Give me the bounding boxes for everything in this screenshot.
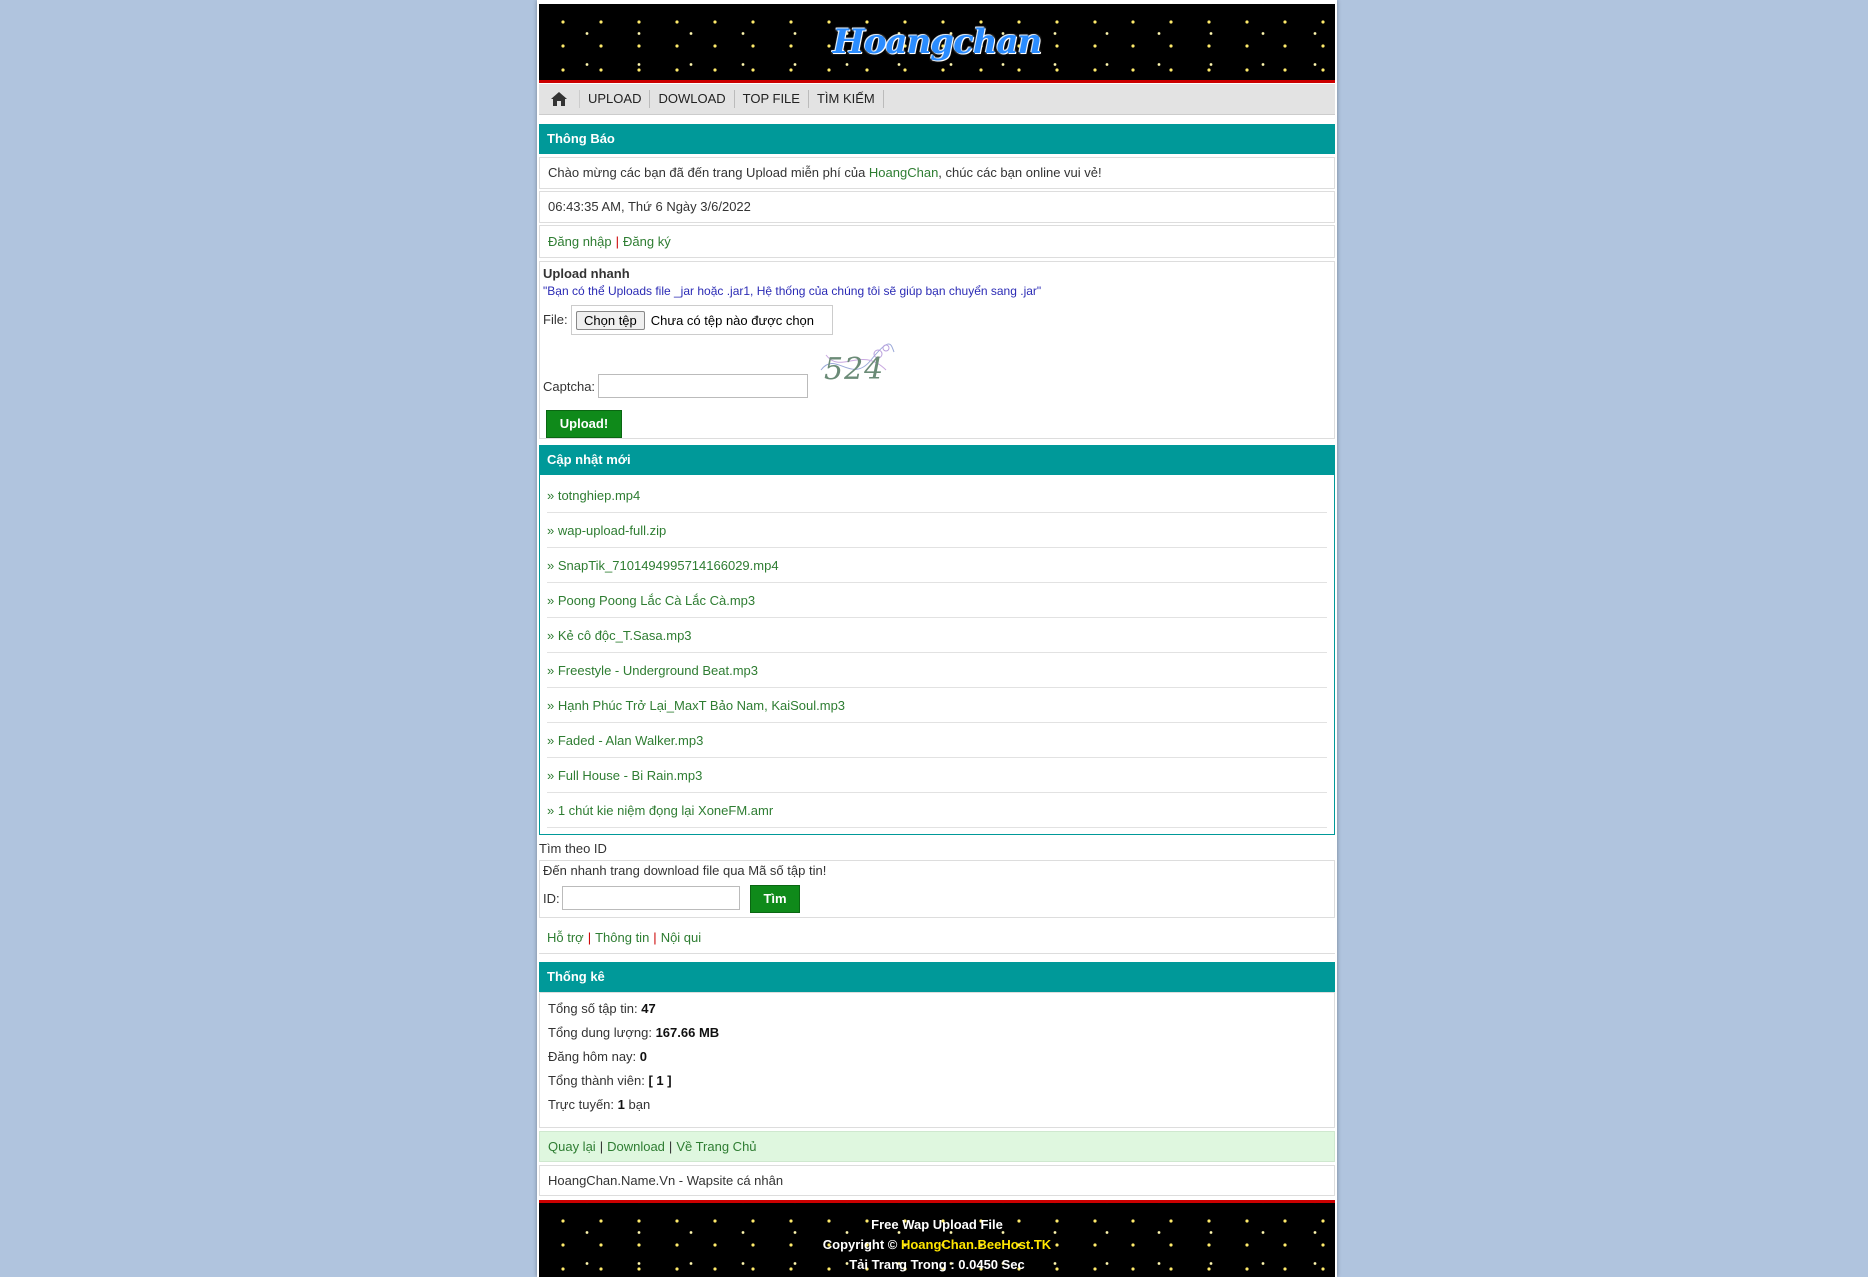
- welcome-prefix: Chào mừng các bạn đã đến trang Upload mi…: [548, 165, 869, 180]
- stat-label: Tổng thành viên:: [548, 1073, 649, 1088]
- support-link[interactable]: Hỗ trợ: [547, 930, 584, 945]
- upload-button[interactable]: Upload!: [546, 410, 622, 438]
- stat-label: Tổng số tập tin:: [548, 1001, 642, 1016]
- footer-load-time: Tải Trang Trong : 0.0450 Sec: [849, 1257, 1025, 1272]
- captcha-label: Captcha:: [543, 379, 596, 394]
- stat-files: Tổng số tập tin: 47: [548, 1001, 656, 1016]
- stats-box: Tổng số tập tin: 47 Tổng dung lượng: 167…: [539, 992, 1335, 1128]
- top-nav: UPLOAD DOWLOAD TOP FILE TÌM KIẾM: [539, 84, 1335, 115]
- nav-top-file[interactable]: TOP FILE: [735, 90, 809, 108]
- datetime-row: 06:43:35 AM, Thứ 6 Ngày 3/6/2022: [539, 191, 1335, 223]
- footer-copyright: Copyright © HoangChan.BeeHost.TK: [539, 1235, 1335, 1255]
- list-item[interactable]: » SnapTik_7101494995714166029.mp4: [547, 549, 1327, 583]
- datetime-text: 06:43:35 AM, Thứ 6 Ngày 3/6/2022: [548, 199, 751, 214]
- stat-suffix: bạn: [624, 1097, 651, 1112]
- list-item[interactable]: » Freestyle - Underground Beat.mp3: [547, 654, 1327, 688]
- separator: |: [599, 1139, 604, 1154]
- list-item[interactable]: » Poong Poong Lắc Cà Lắc Cà.mp3: [547, 584, 1327, 618]
- stat-online: Trực tuyến: 1 bạn: [548, 1097, 650, 1112]
- footer-banner: Free Wap Upload File Copyright © HoangCh…: [539, 1200, 1335, 1277]
- stats-title: Thống kê: [539, 962, 1335, 992]
- id-input[interactable]: [562, 886, 740, 910]
- list-item[interactable]: » Faded - Alan Walker.mp3: [547, 724, 1327, 758]
- stat-value: 0: [639, 1049, 648, 1064]
- rules-link[interactable]: Nội qui: [661, 930, 701, 945]
- upload-note: "Bạn có thể Uploads file _jar hoặc .jar1…: [543, 284, 1042, 298]
- list-item[interactable]: » 1 chút kie niệm đọng lại XoneFM.amr: [547, 794, 1327, 828]
- no-file-text: Chưa có tệp nào được chọn: [650, 312, 815, 328]
- nav-search[interactable]: TÌM KIẾM: [809, 90, 884, 108]
- page-container: Hoangchan UPLOAD DOWLOAD TOP FILE TÌM KI…: [537, 0, 1337, 1277]
- search-button[interactable]: Tìm: [750, 885, 800, 913]
- footer-line1: Free Wap Upload File: [871, 1217, 1003, 1232]
- captcha-image: 524: [816, 340, 896, 392]
- list-item[interactable]: » Hạnh Phúc Trở Lại_MaxT Bảo Nam, KaiSou…: [547, 689, 1327, 723]
- site-logo[interactable]: Hoangchan: [833, 22, 1042, 62]
- stat-value: 47: [641, 1001, 656, 1016]
- footer-nav: Quay lại | Download | Về Trang Chủ: [539, 1131, 1335, 1162]
- home-icon: [551, 92, 567, 106]
- search-title: Tìm theo ID: [539, 841, 607, 856]
- header-banner: Hoangchan: [539, 4, 1335, 83]
- site-line: HoangChan.Name.Vn - Wapsite cá nhân: [539, 1165, 1335, 1196]
- file-input[interactable]: Chọn tệp Chưa có tệp nào được chọn: [571, 305, 833, 335]
- id-label: ID:: [543, 891, 560, 906]
- back-link[interactable]: Quay lại: [548, 1139, 596, 1154]
- stat-value: [ 1 ]: [648, 1073, 672, 1088]
- choose-file-button[interactable]: Chọn tệp: [576, 310, 645, 330]
- home-link[interactable]: Về Trang Chủ: [676, 1139, 756, 1154]
- list-item[interactable]: » wap-upload-full.zip: [547, 514, 1327, 548]
- file-label: File:: [543, 312, 568, 327]
- stat-label: Trực tuyến:: [548, 1097, 618, 1112]
- help-links: Hỗ trợ | Thông tin | Nội qui: [547, 928, 701, 948]
- stat-value: 1: [617, 1097, 625, 1112]
- stat-label: Tổng dung lượng:: [548, 1025, 656, 1040]
- auth-row: Đăng nhập | Đăng ký: [539, 225, 1335, 258]
- welcome-row: Chào mừng các bạn đã đến trang Upload mi…: [539, 157, 1335, 189]
- search-box: Đến nhanh trang download file qua Mã số …: [539, 860, 1335, 918]
- download-link[interactable]: Download: [607, 1139, 665, 1154]
- stat-today: Đăng hôm nay: 0: [548, 1049, 647, 1064]
- copyright-prefix: Copyright ©: [822, 1237, 901, 1252]
- nav-download[interactable]: DOWLOAD: [650, 90, 735, 108]
- divider: [539, 953, 1335, 954]
- stat-value: 167.66 MB: [655, 1025, 720, 1040]
- list-item[interactable]: » Full House - Bi Rain.mp3: [547, 759, 1327, 793]
- captcha-input[interactable]: [598, 374, 808, 398]
- updates-list: » totnghiep.mp4 » wap-upload-full.zip » …: [539, 445, 1335, 835]
- search-desc: Đến nhanh trang download file qua Mã số …: [543, 863, 827, 878]
- stat-members: Tổng thành viên: [ 1 ]: [548, 1073, 672, 1088]
- welcome-suffix: , chúc các bạn online vui vẻ!: [938, 165, 1102, 180]
- list-item[interactable]: » totnghiep.mp4: [547, 479, 1327, 513]
- upload-title: Upload nhanh: [543, 266, 630, 281]
- info-link[interactable]: Thông tin: [595, 930, 649, 945]
- separator: |: [615, 234, 620, 249]
- stat-capacity: Tổng dung lượng: 167.66 MB: [548, 1025, 719, 1040]
- separator: |: [587, 930, 592, 945]
- home-button[interactable]: [539, 90, 580, 108]
- nav-upload[interactable]: UPLOAD: [580, 90, 651, 108]
- welcome-link[interactable]: HoangChan: [869, 165, 938, 180]
- login-link[interactable]: Đăng nhập: [548, 234, 612, 249]
- upload-form: Upload nhanh "Bạn có thể Uploads file _j…: [539, 261, 1335, 439]
- separator: |: [668, 1139, 673, 1154]
- notice-title: Thông Báo: [539, 124, 1335, 154]
- register-link[interactable]: Đăng ký: [623, 234, 671, 249]
- list-item[interactable]: » Kẻ cô độc_T.Sasa.mp3: [547, 619, 1327, 653]
- captcha-code: 524: [824, 352, 885, 387]
- stat-label: Đăng hôm nay:: [548, 1049, 640, 1064]
- copyright-site[interactable]: HoangChan.BeeHost.TK: [901, 1237, 1051, 1252]
- separator: |: [653, 930, 657, 945]
